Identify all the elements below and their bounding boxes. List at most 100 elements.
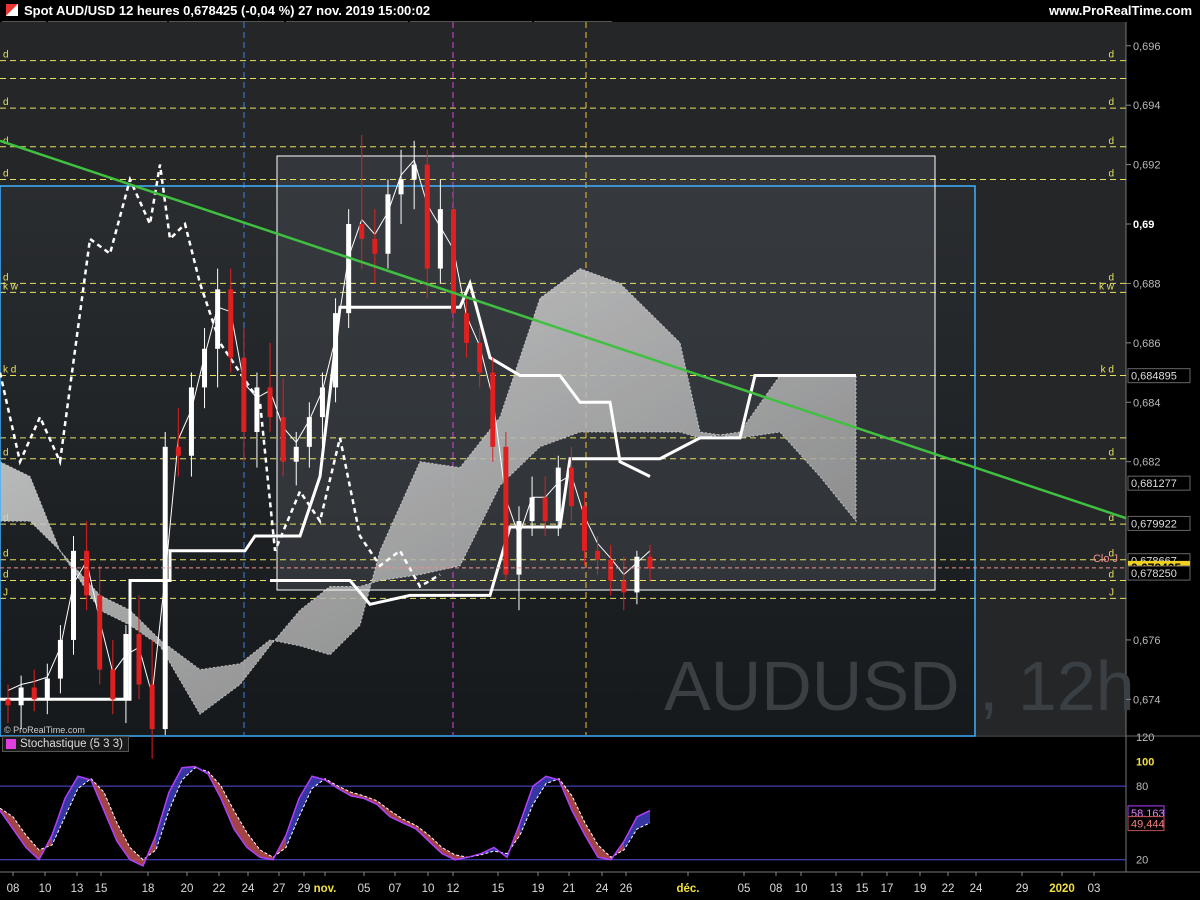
candle-body [267,387,273,418]
level-label-right: k d [1101,365,1114,376]
price-label: 0,681277 [1131,478,1177,490]
candle-body [555,467,561,522]
candle-body [31,687,37,700]
candle-body [319,387,325,418]
candle-body [136,633,142,685]
candle-body [162,446,168,730]
candle-body [202,348,208,388]
y-tick-label: 0,696 [1133,41,1161,53]
x-tick-label: 29 [1016,883,1029,895]
x-tick-label: 15 [856,883,869,895]
y-tick-label: 0,676 [1133,635,1161,647]
stochastic-color-swatch [6,739,16,749]
candle-body [490,372,496,447]
candle-38 [503,431,509,581]
x-tick-label: 13 [830,883,843,895]
x-tick-label: 2020 [1049,883,1075,895]
candle-body [306,417,312,447]
x-tick-label: 08 [7,883,20,895]
candle-body [346,224,352,314]
level-label-left: J [3,587,8,598]
candle-body [372,238,378,254]
candle-body [44,678,50,700]
level-label-left: d [3,549,9,560]
candle-body [84,550,90,596]
x-tick-label: 19 [532,883,545,895]
x-tick-label: 10 [422,883,435,895]
y-tick-label: 0,688 [1133,278,1161,290]
candle-12 [162,431,168,735]
candle-body [581,506,587,551]
candle-body [215,289,221,349]
x-tick-label: 10 [795,883,808,895]
candle-body [424,164,430,269]
candle-body [123,633,129,700]
candle-25 [333,298,339,403]
close-j-label: Clo J [1093,553,1118,565]
y-tick-label: 0,674 [1133,694,1161,706]
level-label-right: J [1109,587,1114,598]
level-label-right: d [1108,448,1114,459]
candle-body [529,497,535,522]
candle-body [464,313,470,343]
candle-body [280,417,286,462]
candle-body [175,446,181,456]
x-tick-label: 24 [596,883,609,895]
stoch-value-label: 49,444 [1131,819,1165,831]
level-label-left: d [3,168,9,179]
y-tick-label: 0,694 [1133,100,1161,112]
candle-body [647,556,653,569]
price-label: 0,684895 [1131,371,1177,383]
candle-body [634,556,640,593]
y-tick-label: 0,684 [1133,397,1161,409]
watermark-text: AUDUSD , 12h [664,647,1135,725]
level-label-left: k d [3,365,16,376]
candle-body [450,209,456,314]
candle-body [608,559,614,581]
candle-body [18,687,24,706]
candle-body [411,164,417,180]
candle-body [398,179,404,195]
y-tick-label: 0,682 [1133,457,1161,469]
candle-body [149,684,155,730]
stoch-y-label: 100 [1136,757,1154,769]
x-tick-label: 20 [181,883,194,895]
x-tick-label: 05 [738,883,751,895]
candle-body [110,669,116,700]
candle-body [568,467,574,507]
candle-body [228,289,234,358]
candle-body [254,387,260,432]
price-label: 0,679922 [1131,518,1177,530]
x-tick-label: 12 [447,883,460,895]
stochastic-panel-label[interactable]: Stochastique (5 3 3) [2,736,129,752]
x-tick-label: 22 [942,883,955,895]
candle-body [359,224,365,239]
x-tick-label: 17 [881,883,894,895]
x-tick-label: 26 [620,883,633,895]
level-label-right: d [1108,50,1114,61]
x-tick-label: nov. [314,883,337,895]
x-tick-label: 03 [1088,883,1101,895]
level-label-right: d [1108,136,1114,147]
x-tick-label: 15 [95,883,108,895]
stochastic-label-text: Stochastique (5 3 3) [20,738,123,750]
price-chart[interactable]: AUDUSD , 12h© ProRealTime.comd dd dd dd dd dk… [0,0,1200,900]
level-label-right: d [1108,570,1114,581]
candle-body [385,194,391,254]
y-tick-label: 0,692 [1133,160,1161,172]
x-tick-label: 08 [770,883,783,895]
candle-body [293,446,299,462]
price-label: 0,678250 [1131,568,1177,580]
candle-body [333,313,339,388]
candle-body [621,580,627,593]
x-tick-label: 05 [358,883,371,895]
level-label-right: k w [1099,281,1115,292]
y-tick-label: 0,69 [1133,219,1154,231]
stoch-y-label: 80 [1136,781,1148,793]
level-label-left: k w [3,281,19,292]
x-tick-label: 24 [242,883,255,895]
level-label-right: d [1108,97,1114,108]
candle-34 [450,188,456,328]
candle-body [188,387,194,456]
x-tick-label: 13 [71,883,84,895]
